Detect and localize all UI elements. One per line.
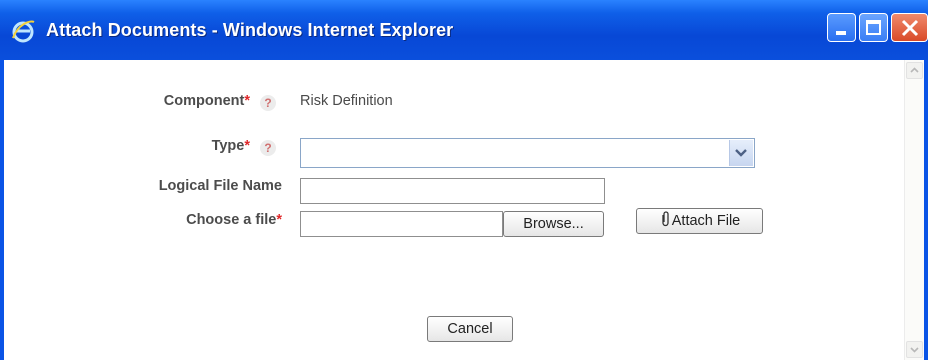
- title-bar[interactable]: Attach Documents - Windows Internet Expl…: [0, 0, 928, 60]
- logical-file-name-label: Logical File Name: [158, 178, 282, 194]
- required-marker: *: [276, 212, 282, 228]
- file-path-input[interactable]: [300, 211, 503, 237]
- paperclip-icon: [662, 211, 669, 227]
- component-label: Component*: [163, 93, 250, 109]
- scroll-up-button[interactable]: [906, 62, 923, 79]
- maximize-button[interactable]: [859, 13, 888, 42]
- required-marker: *: [244, 93, 250, 109]
- logical-file-name-input[interactable]: [300, 178, 605, 204]
- close-button[interactable]: [891, 13, 928, 42]
- maximize-icon: [866, 20, 881, 35]
- type-label: Type*: [211, 138, 250, 154]
- help-icon[interactable]: ?: [260, 95, 276, 111]
- minimize-button[interactable]: [827, 13, 856, 42]
- internet-explorer-icon: [12, 20, 35, 43]
- minimize-icon: [836, 31, 846, 35]
- type-select[interactable]: [300, 138, 755, 168]
- component-value: Risk Definition: [300, 93, 393, 109]
- required-marker: *: [244, 138, 250, 154]
- browse-button[interactable]: Browse...: [503, 211, 604, 237]
- vertical-scrollbar[interactable]: [904, 60, 924, 360]
- choose-file-label: Choose a file*: [186, 212, 282, 228]
- scroll-down-button[interactable]: [906, 341, 923, 358]
- help-icon[interactable]: ?: [260, 140, 276, 156]
- close-icon: [901, 19, 919, 37]
- window-title: Attach Documents - Windows Internet Expl…: [46, 20, 454, 40]
- cancel-button[interactable]: Cancel: [427, 316, 513, 342]
- attach-file-button[interactable]: Attach File: [636, 208, 763, 234]
- chevron-down-icon[interactable]: [729, 140, 753, 166]
- browser-window: Attach Documents - Windows Internet Expl…: [0, 0, 928, 360]
- dialog-content: Component* ? Risk Definition Type* ? Log…: [4, 60, 924, 360]
